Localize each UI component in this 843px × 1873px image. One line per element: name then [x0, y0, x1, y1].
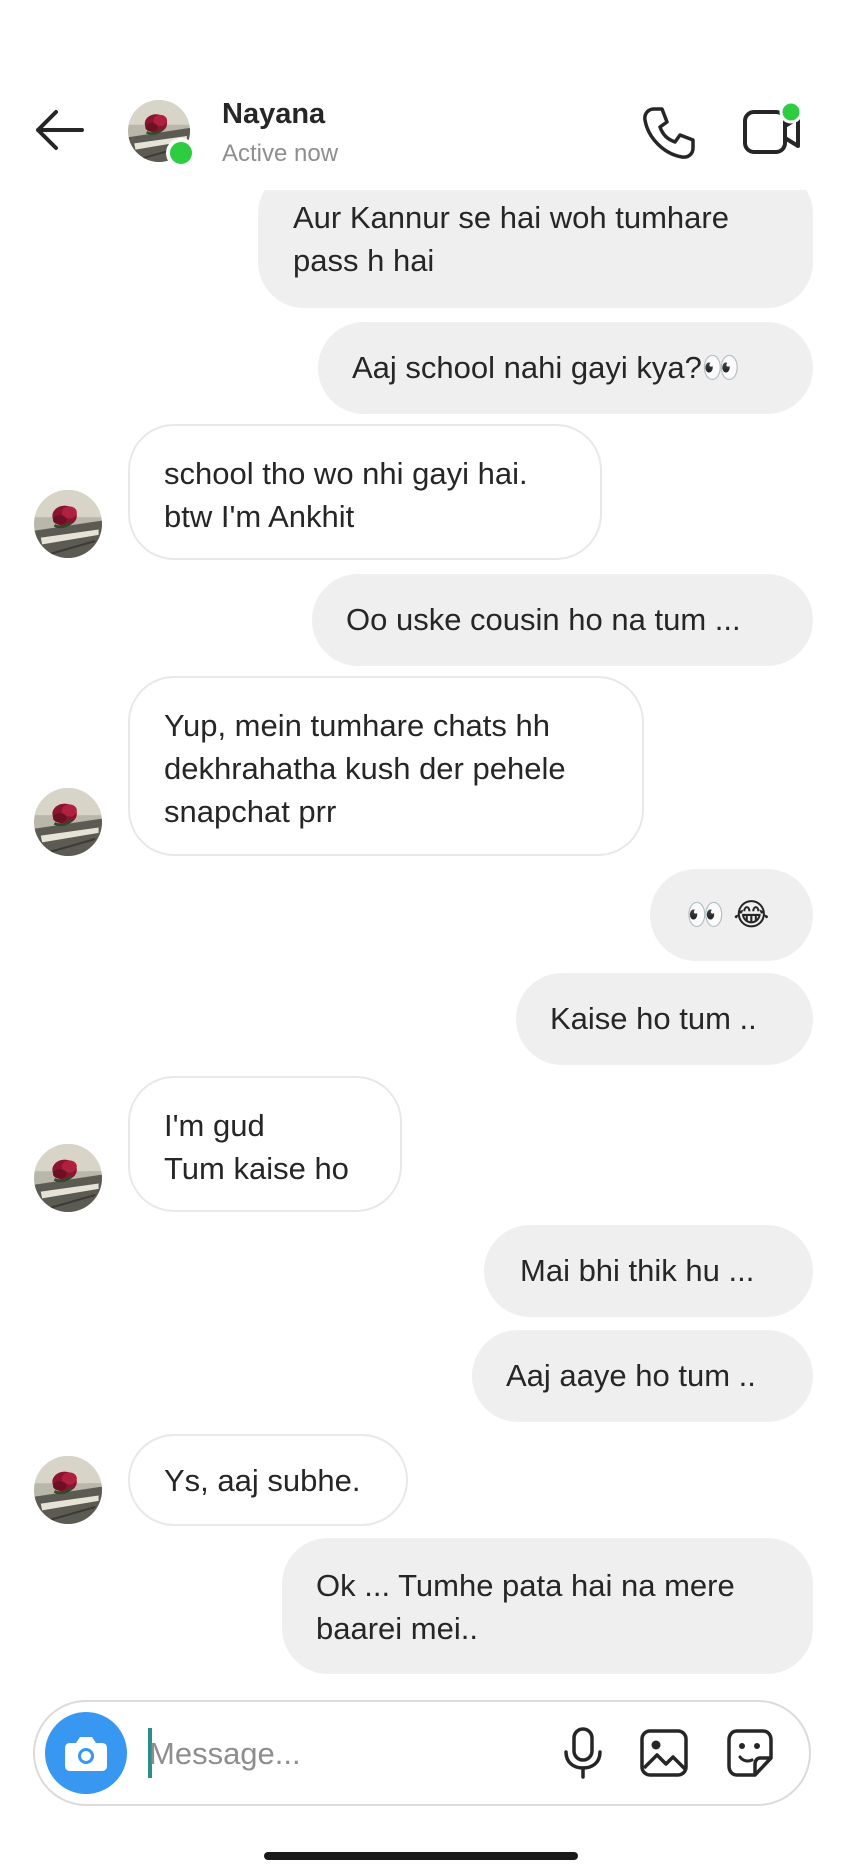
message-bubble-outgoing[interactable]: Mai bhi thik hu ... — [484, 1225, 813, 1317]
message-bubble-incoming[interactable]: Yup, mein tumhare chats hh dekhrahatha k… — [128, 676, 644, 856]
contact-avatar[interactable] — [128, 100, 196, 168]
video-camera-icon[interactable] — [740, 102, 804, 162]
home-indicator[interactable] — [264, 1852, 578, 1860]
message-bubble-outgoing[interactable]: Aaj aaye ho tum .. — [472, 1330, 813, 1422]
sender-avatar[interactable] — [34, 490, 102, 558]
sender-avatar[interactable] — [34, 1456, 102, 1524]
sender-avatar[interactable] — [34, 1144, 102, 1212]
message-bubble-incoming[interactable]: school tho wo nhi gayi hai. btw I'm Ankh… — [128, 424, 602, 560]
contact-name[interactable]: Nayana — [222, 98, 325, 131]
message-bubble-outgoing[interactable]: Kaise ho tum .. — [516, 973, 813, 1065]
camera-icon[interactable] — [45, 1712, 127, 1794]
contact-status: Active now — [222, 140, 339, 167]
microphone-icon[interactable] — [555, 1724, 611, 1782]
chat-header: Nayana Active now — [0, 0, 843, 190]
message-bubble-outgoing[interactable]: 👀 😂 — [650, 869, 813, 961]
message-input[interactable] — [147, 1726, 551, 1782]
message-bubble-outgoing[interactable]: Aaj school nahi gayi kya?👀 — [318, 322, 813, 414]
image-icon[interactable] — [635, 1724, 693, 1782]
sender-avatar[interactable] — [34, 788, 102, 856]
message-bubble-outgoing[interactable]: Ok ... Tumhe pata hai na mere baarei mei… — [282, 1538, 813, 1674]
back-arrow-icon[interactable] — [30, 105, 90, 155]
message-bubble-incoming[interactable]: Ys, aaj subhe. — [128, 1434, 408, 1526]
sticker-icon[interactable] — [721, 1724, 779, 1782]
message-bubble-incoming[interactable]: I'm gud Tum kaise ho — [128, 1076, 402, 1212]
message-bubble-outgoing[interactable]: Oo uske cousin ho na tum ... — [312, 574, 813, 666]
online-status-dot — [166, 138, 196, 168]
message-composer — [33, 1700, 811, 1806]
phone-icon[interactable] — [640, 104, 698, 162]
